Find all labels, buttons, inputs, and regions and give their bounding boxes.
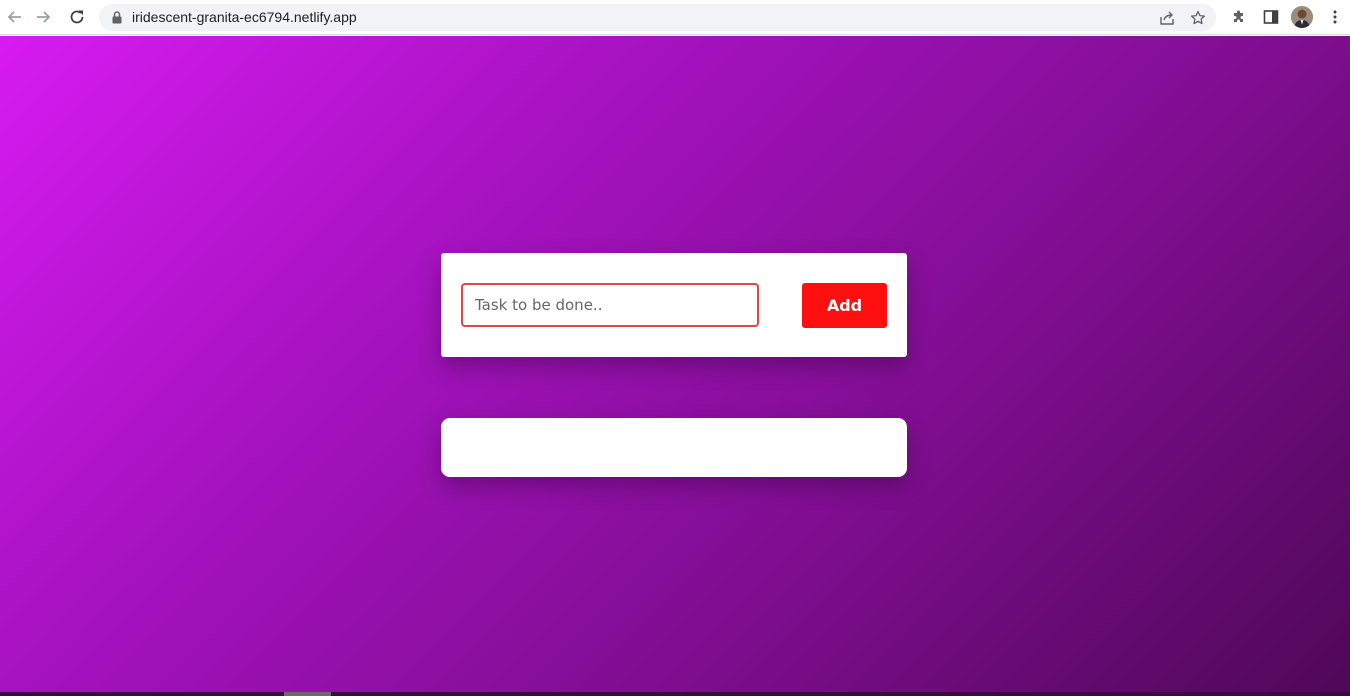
scrollbar-thumb[interactable]	[284, 692, 331, 696]
horizontal-scrollbar[interactable]	[0, 692, 1350, 696]
back-button[interactable]	[1, 5, 27, 29]
url-text: iridescent-granita-ec6794.netlify.app	[132, 9, 357, 25]
task-input[interactable]	[461, 283, 759, 327]
task-list	[441, 418, 907, 477]
arrow-left-icon	[7, 11, 21, 23]
side-panel-icon[interactable]	[1260, 6, 1282, 28]
reload-button[interactable]	[64, 5, 90, 29]
lock-icon	[110, 10, 124, 25]
star-icon[interactable]	[1188, 8, 1208, 28]
address-bar[interactable]: iridescent-granita-ec6794.netlify.app	[99, 4, 1216, 31]
puzzle-icon[interactable]	[1228, 6, 1250, 28]
arrow-right-icon	[37, 11, 51, 23]
task-form-card: Add	[441, 253, 907, 357]
browser-toolbar: iridescent-granita-ec6794.netlify.app	[0, 0, 1350, 35]
avatar[interactable]	[1291, 6, 1313, 28]
forward-button[interactable]	[31, 5, 57, 29]
page-background: Add	[0, 36, 1350, 692]
share-icon[interactable]	[1157, 8, 1177, 28]
add-button[interactable]: Add	[802, 283, 887, 328]
kebab-menu-icon[interactable]	[1324, 6, 1346, 28]
reload-icon	[70, 10, 84, 24]
